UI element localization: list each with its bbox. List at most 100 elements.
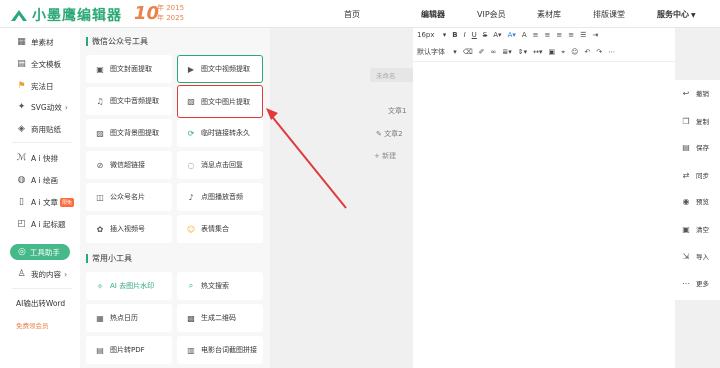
sidebar-item-constitution[interactable]: ⚑ 宪法日 (16, 80, 53, 92)
tool-cover-extract[interactable]: ▣ 图文封面提取 (86, 55, 172, 83)
list-icon[interactable]: ☰ (580, 31, 586, 39)
brush-icon[interactable]: ✐ (479, 48, 485, 56)
sidebar-item-my-content[interactable]: ♙ 我的内容 › (16, 268, 67, 280)
more-button[interactable]: ⋯ 更多 (681, 278, 709, 289)
tool-img-pdf[interactable]: ▤ 图片转PDF (86, 336, 172, 364)
article-item-2[interactable]: ✎ 文章2 (376, 129, 403, 139)
clear-button[interactable]: ▣ 清空 (681, 224, 709, 235)
copy-button[interactable]: ❐ 复制 (681, 116, 709, 127)
logo[interactable]: 小墨鹰编辑器 (10, 5, 122, 25)
doc-title-tag[interactable]: 未命名 (370, 68, 416, 82)
sidebar-item-ai-layout[interactable]: ℳ A i 快排 (16, 152, 58, 164)
tool-audio-play[interactable]: ♪ 点图播放音频 (177, 183, 263, 211)
tool-video-extract[interactable]: ▶ 图文中视频提取 (177, 55, 263, 83)
tool-link-permanent[interactable]: ⟳ 临时链接转永久 (177, 119, 263, 147)
tool-hot-calendar[interactable]: ▦ 热点日历 (86, 304, 172, 332)
article-item[interactable]: 文章1 (388, 106, 406, 116)
more-icon[interactable]: ⋯ (608, 48, 615, 56)
sidebar-item-sticker[interactable]: ◈ 商用贴纸 (16, 123, 61, 135)
word-export-link[interactable]: AI输出转Word (16, 298, 65, 309)
qrcode-icon: ▩ (187, 313, 195, 323)
tool-qrcode[interactable]: ▩ 生成二维码 (177, 304, 263, 332)
tool-wechat-link[interactable]: ⊘ 微信超链接 (86, 151, 172, 179)
free-vip-link[interactable]: 免费领会员 (16, 320, 49, 330)
action-label: 预览 (696, 198, 709, 206)
location-icon[interactable]: ⌖ (561, 48, 565, 57)
italic-icon[interactable]: I (464, 31, 466, 39)
save-button[interactable]: ▤ 保存 (681, 142, 709, 153)
sidebar-item-label: 我的内容 (31, 269, 61, 279)
align-center-icon[interactable]: ≡ (545, 31, 551, 39)
indent-icon[interactable]: ⇥ (592, 31, 598, 39)
section-common-tools: 常用小工具 (86, 253, 132, 264)
tool-hot-search[interactable]: ⌕ 热文搜索 (177, 272, 263, 300)
eraser-icon[interactable]: ⌫ (463, 48, 473, 56)
sidebar-item-template[interactable]: ▤ 全文模板 (16, 58, 61, 70)
layout-icon: ▤ (17, 59, 26, 69)
sidebar-item-ai-title[interactable]: ◰ A i 起标题 (16, 218, 65, 230)
highlight-icon[interactable]: A (522, 31, 527, 39)
bg-color-icon[interactable]: A▾ (508, 31, 516, 39)
align-left-icon[interactable]: ≡ (533, 31, 539, 39)
tool-audio-extract[interactable]: ♫ 图文中音频提取 (86, 87, 172, 115)
emoji-icon[interactable]: ☺ (571, 48, 578, 56)
strike-icon[interactable]: S (483, 31, 487, 39)
tool-picture-extract[interactable]: ▧ 图文中图片提取 (177, 85, 263, 118)
import-button[interactable]: ⇲ 导入 (681, 251, 709, 262)
tool-label: 电影台词截图拼接 (201, 346, 257, 354)
anniversary-end: 年 2025 (157, 14, 185, 22)
tool-film-stitch[interactable]: ▥ 电影台词截图拼接 (177, 336, 263, 364)
tool-label: 点图播放音频 (201, 193, 243, 201)
tool-emoji[interactable]: ☺ 表情集合 (177, 215, 263, 243)
add-article-button[interactable]: + 新建 (374, 151, 396, 161)
tool-message-reply[interactable]: ◌ 消息点击回复 (177, 151, 263, 179)
bg-image-icon: ▨ (96, 128, 104, 138)
sidebar-item-single[interactable]: ▦ 单素材 (16, 36, 53, 48)
video-icon: ▶ (187, 64, 195, 74)
sidebar-divider (12, 142, 72, 143)
nav-editor[interactable]: 编辑器 (421, 9, 445, 20)
letter-spacing-icon[interactable]: ↔▾ (533, 48, 542, 56)
spacing-icon[interactable]: ⇕▾ (518, 48, 527, 56)
tool-account-card[interactable]: ◫ 公众号名片 (86, 183, 172, 211)
channel-icon: ✿ (96, 224, 104, 234)
calendar-icon: ▦ (96, 313, 104, 323)
align-justify-icon[interactable]: ≡ (568, 31, 574, 39)
tool-insert-channel[interactable]: ✿ 插入视频号 (86, 215, 172, 243)
undo-button[interactable]: ↩ 撤销 (681, 88, 709, 99)
underline-icon[interactable]: U (472, 31, 477, 39)
sidebar-item-label: SVG动效 (31, 102, 62, 112)
search-icon: ⌕ (188, 281, 194, 290)
font-size-select[interactable]: 16px ▾ (417, 31, 446, 39)
tool-label: 图文封面提取 (110, 65, 152, 73)
nav-vip[interactable]: VIP会员 (477, 9, 506, 20)
sidebar-item-ai-article[interactable]: ▯ A i 文章 限免 (16, 196, 74, 208)
action-label: 更多 (696, 280, 709, 288)
tool-label: 热文搜索 (201, 282, 229, 290)
bold-icon[interactable]: B (452, 31, 457, 39)
nav-home[interactable]: 首页 (344, 9, 360, 20)
undo-icon[interactable]: ↶ (584, 48, 590, 56)
redo-icon[interactable]: ↷ (596, 48, 602, 56)
user-icon: ♙ (17, 269, 26, 279)
sidebar-item-ai-draw[interactable]: ◍ A i 绘画 (16, 174, 58, 186)
font-family-select[interactable]: 默认字体 ▾ (417, 47, 457, 57)
preview-button[interactable]: ◉ 预览 (681, 196, 710, 207)
document-canvas[interactable] (413, 62, 675, 368)
tool-ai-watermark[interactable]: ✧ AI 去图片水印 (86, 272, 172, 300)
grid-icon: ▦ (17, 37, 26, 47)
sidebar-item-svg[interactable]: ✦ SVG动效 › (16, 101, 68, 113)
eye-icon: ◉ (682, 196, 690, 206)
sync-button[interactable]: ⇄ 同步 (681, 170, 709, 181)
nav-service[interactable]: 服务中心 ▼ (657, 9, 696, 20)
sidebar-item-tools[interactable]: ◎ 工具助手 (10, 244, 70, 260)
tool-bg-extract[interactable]: ▨ 图文背景图提取 (86, 119, 172, 147)
image-icon[interactable]: ▣ (549, 48, 556, 56)
line-height-icon[interactable]: ≣▾ (502, 48, 511, 56)
align-right-icon[interactable]: ≡ (556, 31, 562, 39)
font-color-icon[interactable]: A▾ (493, 31, 501, 39)
copy-icon: ❐ (682, 116, 690, 126)
nav-class[interactable]: 排版课堂 (593, 9, 625, 20)
link-icon[interactable]: ∞ (491, 48, 497, 56)
nav-materials[interactable]: 素材库 (537, 9, 561, 20)
